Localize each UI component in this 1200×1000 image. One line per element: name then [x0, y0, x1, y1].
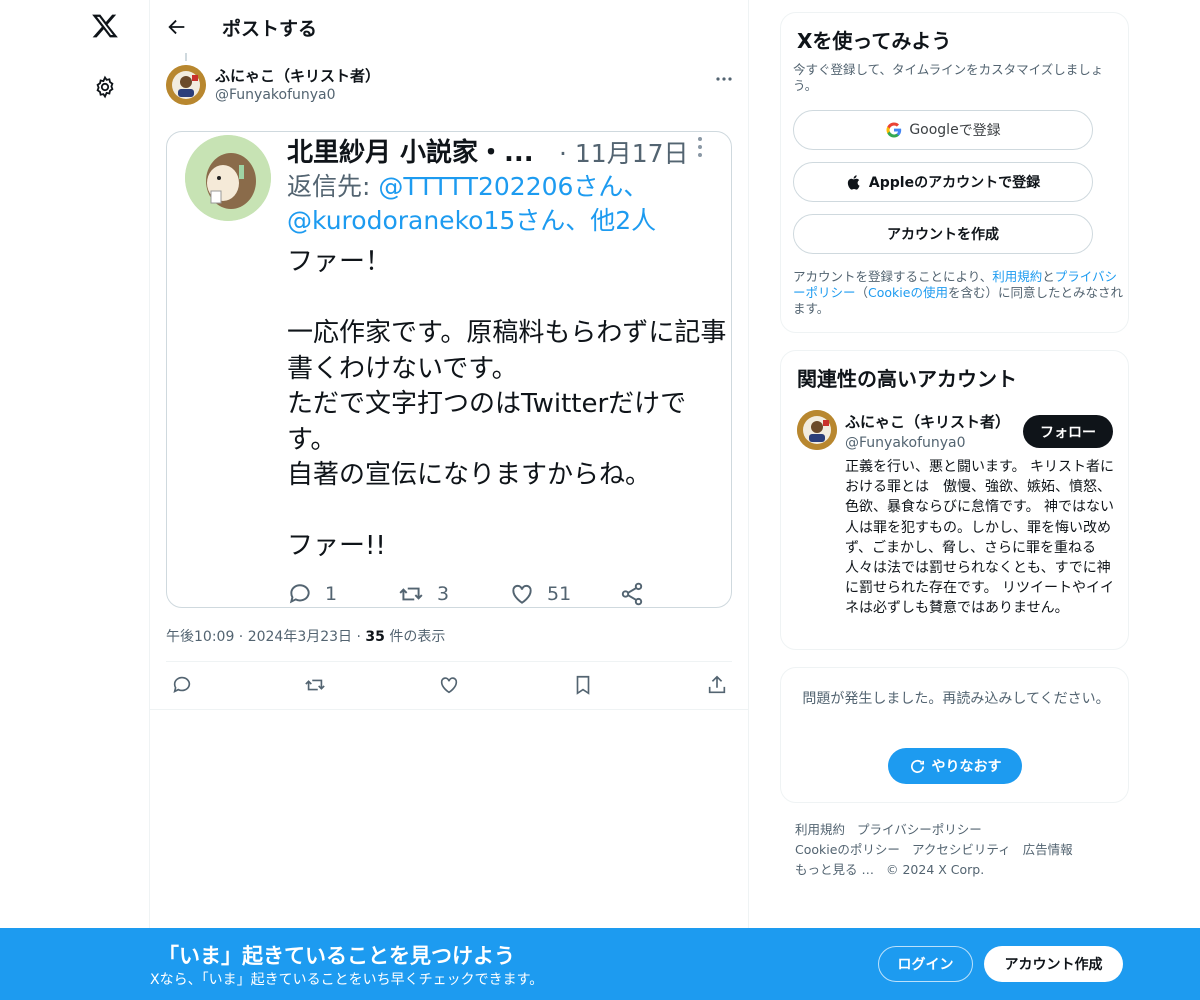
embedded-more-icon — [698, 137, 702, 157]
embedded-likes-count: 51 — [547, 583, 572, 605]
x-logo-icon[interactable] — [91, 12, 119, 40]
share-upload-icon[interactable] — [706, 674, 728, 696]
footer-links: 利用規約 プライバシーポリシー Cookieのポリシー アクセシビリティ 広告情報 も… — [795, 820, 1125, 880]
reply-label: 返信先: — [287, 172, 379, 201]
gear-icon[interactable] — [93, 75, 117, 99]
embedded-retweets-count: 3 — [437, 583, 450, 605]
views-count: 35 — [365, 629, 385, 645]
google-brand-label: Google — [909, 122, 959, 138]
share-icon — [621, 582, 643, 606]
signup-legal: アカウントを登録することにより、利用規約とプライバシーポリシー（Cookieの使… — [793, 269, 1123, 317]
post-image[interactable]: 北里紗月 小説家・... · 11月17日 返信先: @TTTTT202206さ… — [166, 131, 732, 608]
google-signup-suffix: で登録 — [958, 123, 1001, 139]
left-nav — [0, 0, 150, 1000]
embedded-retweets: 3 — [397, 580, 450, 607]
error-message: 問題が発生しました。再読み込みしてください。 — [802, 691, 1110, 707]
heart-icon — [512, 584, 532, 604]
signup-button[interactable]: アカウント作成 — [984, 946, 1123, 982]
related-accounts-card: 関連性の高いアカウント ふにゃこ（キリスト者） @Funyakofunya0 フ… — [780, 350, 1129, 650]
embedded-likes: 51 — [509, 580, 572, 607]
footer-privacy[interactable]: プライバシーポリシー — [857, 822, 982, 837]
bookmark-icon[interactable] — [572, 674, 594, 696]
related-title: 関連性の高いアカウント — [797, 367, 1017, 391]
heart-icon[interactable] — [438, 674, 460, 696]
avatar[interactable] — [166, 65, 206, 105]
embedded-actions: 1 3 51 — [287, 580, 727, 607]
post-timestamp[interactable]: 午後10:09 · 2024年3月23日 · — [166, 629, 365, 645]
create-account-button[interactable]: アカウントを作成 — [793, 214, 1093, 254]
footer-more[interactable]: もっと見る … — [795, 862, 874, 877]
embedded-reply-to: 返信先: @TTTTT202206さん、 @kurodoraneko15さん、他… — [287, 170, 727, 238]
hedgehog-illustration — [185, 135, 271, 221]
footer-copyright: © 2024 X Corp. — [885, 862, 985, 877]
avatar-image — [797, 410, 837, 450]
embedded-date: · 11月17日 — [559, 139, 689, 168]
apple-signup-button[interactable]: Appleのアカウントで登録 — [793, 162, 1093, 202]
apple-icon — [847, 174, 860, 190]
apple-signup-label: Appleのアカウントで登録 — [868, 175, 1041, 191]
embedded-author-name: 北里紗月 小説家・... — [287, 138, 534, 168]
error-card: 問題が発生しました。再読み込みしてください。 やりなおす — [780, 667, 1129, 803]
related-handle[interactable]: @Funyakofunya0 — [845, 435, 966, 451]
arrow-left-icon[interactable] — [166, 16, 188, 38]
signup-title: Xを使ってみよう — [797, 29, 952, 53]
embedded-share — [619, 580, 645, 607]
legal-text-1: アカウントを登録することにより、 — [793, 269, 993, 284]
avatar-image — [166, 65, 206, 105]
reply-icon — [289, 584, 310, 604]
embedded-replies-count: 1 — [325, 583, 338, 605]
footer-cookie[interactable]: Cookieのポリシー — [795, 842, 900, 857]
reply-icon[interactable] — [171, 674, 193, 696]
embedded-avatar — [185, 135, 271, 221]
retry-button[interactable]: やりなおす — [888, 748, 1022, 784]
signup-subtitle: 今すぐ登録して、タイムラインをカスタマイズしましょう。 — [793, 62, 1104, 93]
post-author: ふにゃこ（キリスト者） @Funyakofunya0 — [166, 65, 734, 109]
embedded-replies: 1 — [287, 580, 338, 607]
post-actions — [150, 662, 748, 710]
footer-terms[interactable]: 利用規約 — [795, 822, 845, 837]
legal-and: と — [1042, 269, 1055, 284]
legal-cookie-link[interactable]: Cookieの使用 — [868, 285, 948, 300]
reply-mention-2: @kurodoraneko15さん、他2人 — [287, 206, 657, 235]
footer-ads[interactable]: 広告情報 — [1023, 842, 1073, 857]
google-icon — [886, 122, 902, 138]
create-account-label: アカウントを作成 — [887, 227, 999, 243]
author-name[interactable]: ふにゃこ（キリスト者） — [215, 65, 380, 86]
legal-terms-link[interactable]: 利用規約 — [992, 269, 1042, 284]
more-options-icon[interactable] — [714, 69, 734, 89]
signup-card: Xを使ってみよう 今すぐ登録して、タイムラインをカスタマイズしましょう。 Goo… — [780, 12, 1129, 333]
bottom-signup-bar: 「いま」起きていることを見つけよう Xなら、「いま」起きていることをいち早くチェ… — [0, 928, 1200, 1000]
embedded-text: ファー！ 一応作家です。原稿料もらわずに記事書くわけないです。 ただで文字打つの… — [287, 247, 727, 561]
views-label: 件の表示 — [384, 629, 446, 645]
related-name[interactable]: ふにゃこ（キリスト者） — [845, 411, 1010, 432]
main-column: ポストする ふにゃこ（キリスト者） @Funyakofunya0 北里紗月 小説… — [150, 0, 749, 1000]
refresh-icon — [910, 759, 924, 773]
legal-text-2: （ — [855, 285, 869, 300]
retweet-icon — [399, 587, 423, 601]
author-handle[interactable]: @Funyakofunya0 — [215, 87, 336, 103]
google-signup-button[interactable]: Google で登録 — [793, 110, 1093, 150]
bottom-bar-subtitle: Xなら、「いま」起きていることをいち早くチェックできます。 — [150, 972, 544, 988]
related-avatar[interactable] — [797, 410, 837, 450]
follow-button[interactable]: フォロー — [1023, 415, 1113, 448]
bottom-bar-title: 「いま」起きていることを見つけよう — [158, 944, 515, 968]
post-meta: 午後10:09 · 2024年3月23日 · 35 件の表示 — [166, 626, 445, 646]
thread-line — [185, 53, 187, 61]
retweet-icon[interactable] — [304, 674, 326, 696]
retry-label: やりなおす — [931, 759, 1002, 775]
login-button[interactable]: ログイン — [878, 946, 973, 982]
page-title: ポストする — [222, 18, 318, 40]
reply-mention-1: @TTTTT202206さん、 — [378, 172, 649, 201]
footer-accessibility[interactable]: アクセシビリティ — [912, 842, 1011, 857]
related-bio: 正義を行い、悪と闘います。 キリスト者における罪とは 傲慢、強欲、嫉妬、憤怒、色… — [845, 459, 1115, 617]
top-bar: ポストする — [150, 0, 748, 54]
